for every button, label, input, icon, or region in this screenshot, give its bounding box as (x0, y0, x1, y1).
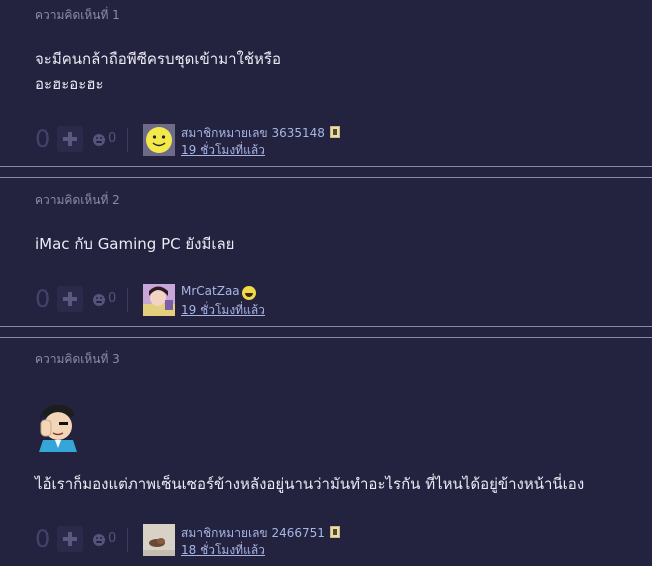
comment-separator (0, 166, 652, 178)
emotion-face-icon[interactable] (93, 534, 105, 546)
emotion-count: 0 (108, 131, 117, 146)
divider (127, 128, 128, 152)
smiley-avatar-icon (143, 124, 175, 156)
vote-count: 0 (35, 525, 51, 553)
smile-icon (242, 286, 256, 300)
author-name[interactable]: MrCatZaa (181, 284, 240, 298)
comment-body: จะมีคนกล้าถือพีซีครบชุดเข้ามาใช้หรือ อะฮ… (35, 47, 281, 97)
plus-icon[interactable] (57, 286, 83, 312)
comment-body: iMac กับ Gaming PC ยังมีเลย (35, 232, 234, 257)
comment-number: ความคิดเห็นที่ 1 (35, 8, 120, 22)
divider (127, 528, 128, 552)
avatar[interactable] (143, 524, 175, 556)
emotion-count: 0 (108, 291, 117, 306)
vote-count: 0 (35, 125, 51, 153)
timestamp-link[interactable]: 19 ชั่วโมงที่แล้ว (181, 301, 265, 320)
plus-icon[interactable] (57, 126, 83, 152)
user-photo-avatar-icon (143, 284, 175, 316)
vote-count: 0 (35, 285, 51, 313)
divider (127, 288, 128, 312)
comment-body: ไอ้เราก็มองแต่ภาพเซ็นเซอร์ข้างหลังอยู่นา… (35, 472, 584, 497)
facepalm-sticker-drawing (39, 404, 77, 452)
emotion-face-icon[interactable] (93, 294, 105, 306)
timestamp-link[interactable]: 18 ชั่วโมงที่แล้ว (181, 541, 265, 560)
facepalm-sticker-icon (35, 402, 81, 452)
member-card-icon (330, 526, 340, 538)
comment-number: ความคิดเห็นที่ 3 (35, 352, 120, 366)
photo-avatar-icon (143, 524, 175, 556)
comment-number: ความคิดเห็นที่ 2 (35, 193, 120, 207)
avatar[interactable] (143, 124, 175, 156)
comment-line: จะมีคนกล้าถือพีซีครบชุดเข้ามาใช้หรือ (35, 50, 281, 68)
timestamp-link[interactable]: 19 ชั่วโมงที่แล้ว (181, 141, 265, 160)
emotion-face-icon[interactable] (93, 134, 105, 146)
avatar[interactable] (143, 284, 175, 316)
comment-line: ไอ้เราก็มองแต่ภาพเซ็นเซอร์ข้างหลังอยู่นา… (35, 475, 585, 493)
comment-line: iMac กับ Gaming PC ยังมีเลย (35, 235, 235, 253)
member-card-icon (330, 126, 340, 138)
comment-line: อะฮะอะฮะ (35, 75, 104, 93)
comment-separator (0, 326, 652, 338)
emotion-count: 0 (108, 531, 117, 546)
plus-icon[interactable] (57, 526, 83, 552)
